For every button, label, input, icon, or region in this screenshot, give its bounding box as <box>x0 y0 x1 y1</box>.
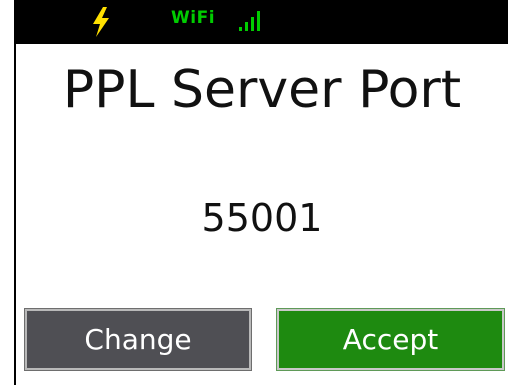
lightning-bolt-icon <box>93 7 109 37</box>
change-button[interactable]: Change <box>24 308 252 371</box>
page-title: PPL Server Port <box>62 60 462 120</box>
signal-bars-icon <box>239 11 260 31</box>
accept-button[interactable]: Accept <box>276 308 505 371</box>
wifi-label: WiFi <box>171 8 216 28</box>
ppl-server-port-screen: WiFi PPL Server Port 55001 Change Accept <box>0 0 508 385</box>
change-button-label: Change <box>84 323 192 356</box>
status-bar: WiFi <box>14 0 508 44</box>
accept-button-label: Accept <box>342 323 439 356</box>
port-value: 55001 <box>201 196 323 240</box>
